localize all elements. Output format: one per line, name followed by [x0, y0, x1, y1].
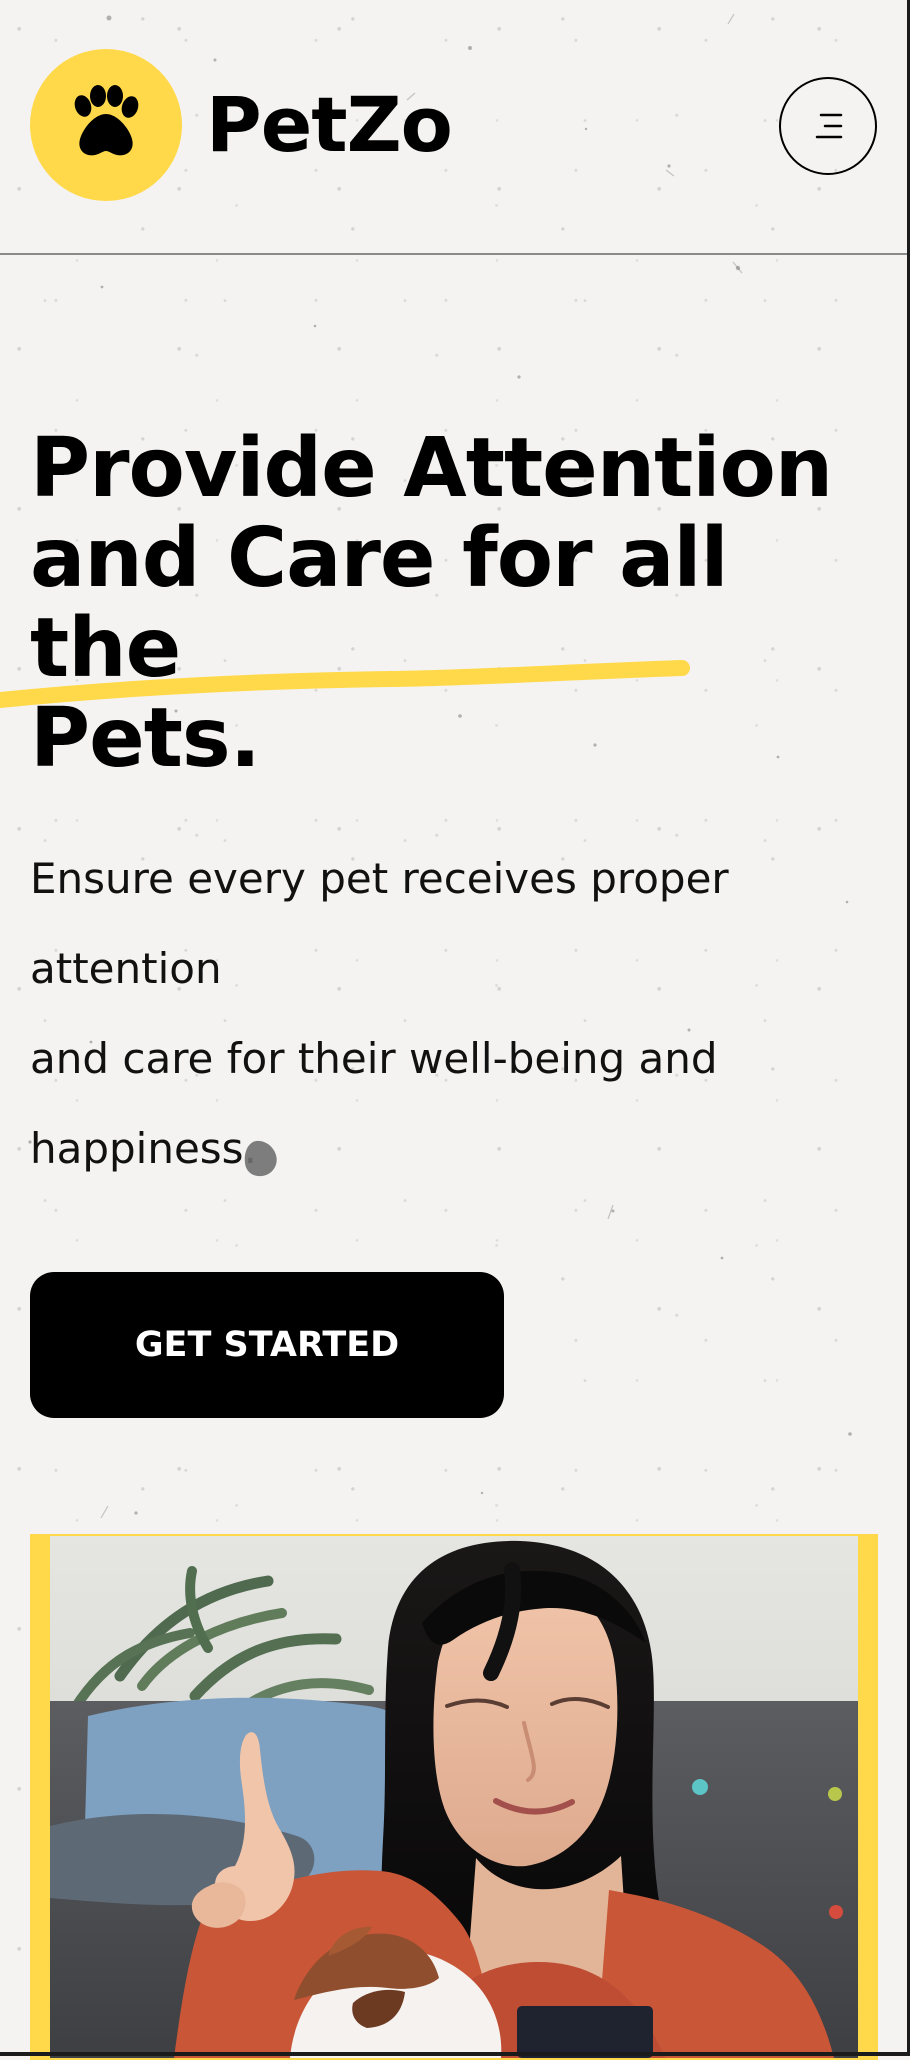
hero-image-frame: [30, 1534, 878, 2060]
hero-description-line-1: Ensure every pet receives proper attenti…: [30, 854, 729, 993]
decorative-splat: [244, 1140, 277, 1177]
hero-description-line-2: and care for their well-being and: [30, 1034, 718, 1083]
paw-icon: [74, 85, 139, 156]
brand-name: PetZo: [206, 80, 453, 169]
site-header: PetZo: [0, 0, 907, 255]
hero-title-line-3: Pets.: [30, 691, 261, 786]
hero-title: Provide Attention and Care for all the P…: [30, 424, 880, 784]
bottom-edge: [0, 2052, 910, 2056]
logo-badge: [30, 49, 182, 201]
menu-icon: [815, 113, 843, 139]
get-started-button[interactable]: GET STARTED: [30, 1272, 504, 1418]
menu-button[interactable]: [779, 77, 877, 175]
hero-title-line-1: Provide Attention: [30, 421, 833, 516]
brand-home-link[interactable]: PetZo: [30, 49, 453, 201]
hero-title-line-2: and Care for all the: [30, 511, 729, 696]
hero-photo: [50, 1536, 858, 2058]
hero-description-line-3: happiness.: [30, 1124, 257, 1173]
hero-description: Ensure every pet receives proper attenti…: [30, 834, 880, 1194]
